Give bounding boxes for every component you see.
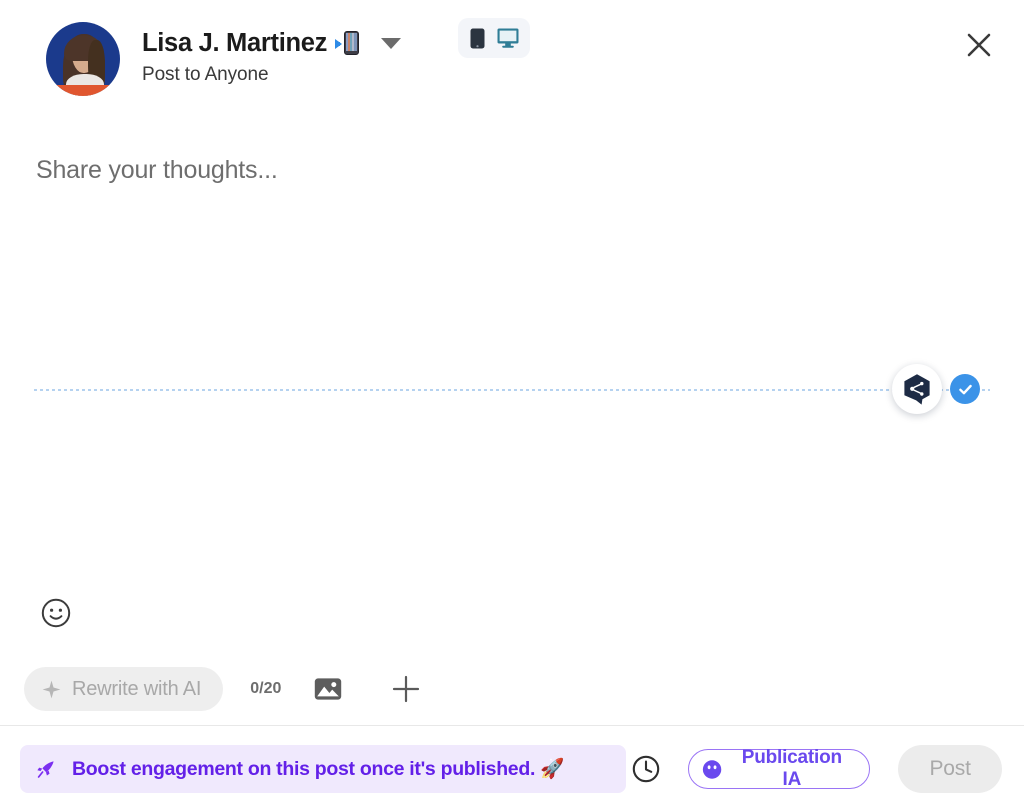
publication-ia-label: Publication IA — [741, 747, 842, 790]
schedule-post-button[interactable] — [626, 748, 666, 790]
close-icon — [967, 33, 991, 57]
boost-engagement-banner[interactable]: Boost engagement on this post once it's … — [20, 745, 626, 793]
plus-icon — [393, 675, 420, 703]
mobile-phone-with-arrow-icon — [335, 30, 360, 56]
ai-assist-badges — [892, 364, 980, 414]
taplio-hexagon-logo-icon[interactable] — [892, 364, 942, 414]
content-limit-divider — [34, 389, 990, 391]
publication-ia-button[interactable]: Publication IA — [688, 747, 871, 790]
author-name: Lisa J. Martinez — [142, 29, 328, 57]
character-counter: 0/20 — [250, 680, 282, 697]
purple-face-icon — [703, 759, 722, 779]
avatar[interactable] — [46, 22, 120, 96]
close-button[interactable] — [956, 22, 1002, 68]
check-circle-icon[interactable] — [950, 374, 980, 404]
post-text-input[interactable]: Share your thoughts... — [36, 128, 988, 185]
add-image-button[interactable] — [309, 670, 347, 708]
mobile-device-icon[interactable] — [470, 28, 485, 49]
footer-actions: Publication IA Post — [626, 745, 1002, 793]
author-identity: Lisa J. Martinez Post to Anyone — [142, 22, 402, 86]
composer-header: Lisa J. Martinez Post to Anyone — [0, 0, 1024, 128]
chevron-down-icon[interactable] — [381, 37, 402, 49]
toolbar-actions: Rewrite with AI 0/20 — [24, 667, 425, 711]
desktop-device-icon[interactable] — [497, 28, 519, 48]
composer-toolbar: Rewrite with AI 0/20 — [0, 595, 1024, 725]
emoji-picker-button[interactable] — [41, 598, 71, 628]
rocket-purple-icon — [37, 761, 54, 778]
emoji-smiley-icon — [41, 598, 71, 628]
clock-icon — [632, 755, 660, 783]
author-name-row: Lisa J. Martinez — [142, 29, 402, 57]
boost-engagement-text: Boost engagement on this post once it's … — [72, 758, 565, 780]
sparkle-icon — [42, 680, 61, 698]
rewrite-with-ai-label: Rewrite with AI — [72, 677, 202, 700]
post-editor-area[interactable]: Share your thoughts... — [0, 128, 1024, 595]
device-preview-toggle[interactable] — [458, 18, 530, 58]
image-icon — [315, 678, 342, 700]
post-composer-modal: Lisa J. Martinez Post to Anyone Share yo… — [0, 0, 1024, 812]
composer-footer: Boost engagement on this post once it's … — [0, 726, 1024, 812]
rewrite-with-ai-button[interactable]: Rewrite with AI — [24, 667, 224, 711]
avatar-band — [46, 85, 120, 96]
post-button[interactable]: Post — [898, 745, 1002, 793]
audience-label[interactable]: Post to Anyone — [142, 64, 401, 86]
add-content-button[interactable] — [387, 670, 425, 708]
